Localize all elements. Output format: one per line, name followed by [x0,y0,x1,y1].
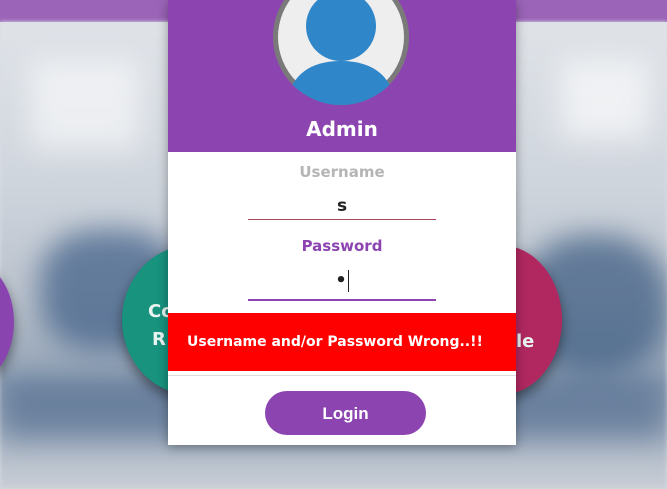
teal-circle-label-line2: R [152,329,166,350]
password-label: Password [301,237,383,255]
error-message: Username and/or Password Wrong..!! [168,313,516,371]
username-value: s [336,196,348,216]
background-blur [30,60,140,150]
role-title: Admin [306,117,378,141]
username-field[interactable]: s [248,193,436,220]
password-mask: • [335,270,347,291]
login-button[interactable]: Login [265,391,426,435]
username-label: Username [299,163,385,181]
password-field[interactable]: • [248,265,436,301]
crimson-circle-label: le [516,331,535,352]
background-blur [560,60,650,140]
text-caret [347,270,349,292]
login-card: Admin Username s Password • Username and… [168,0,516,445]
divider [168,375,516,376]
